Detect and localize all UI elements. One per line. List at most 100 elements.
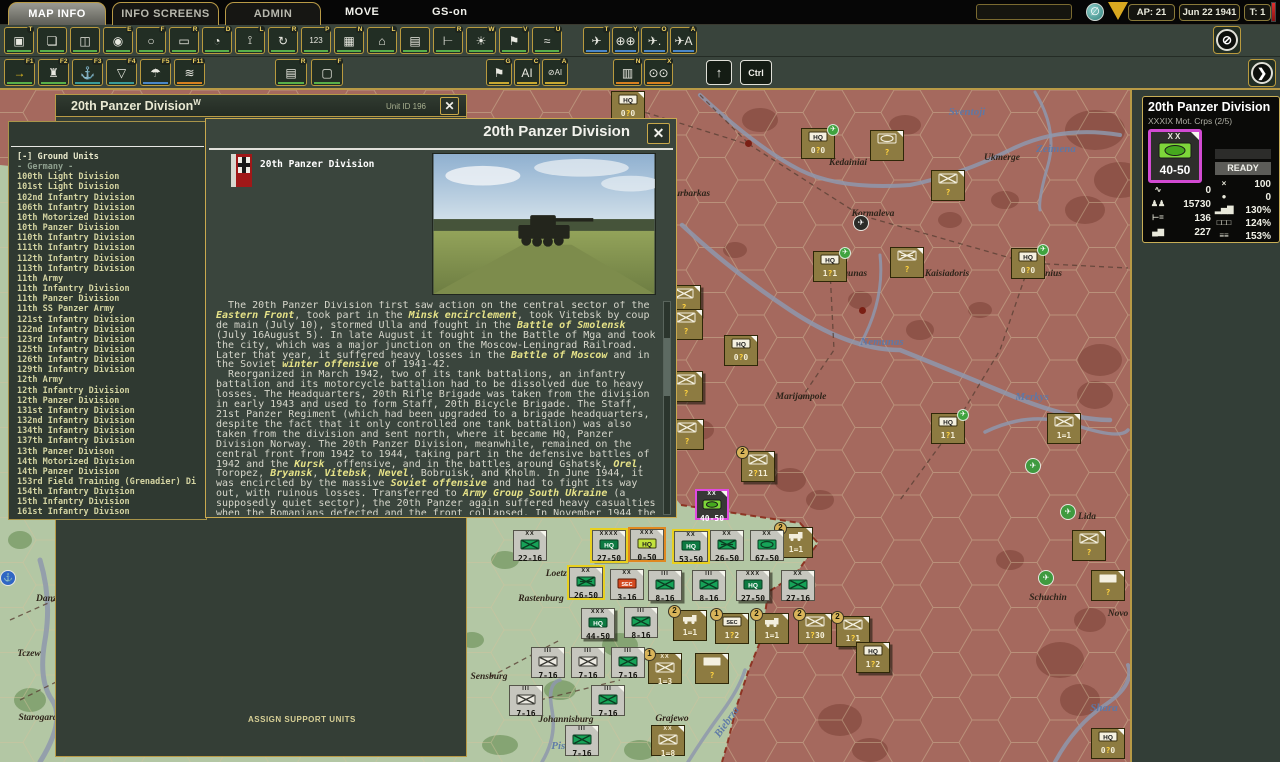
- toolbar-button-victory-locations[interactable]: ⚑V: [499, 27, 529, 54]
- list-item[interactable]: 126th Infantry Division: [17, 355, 204, 365]
- map-counter-german[interactable]: III7-16: [565, 725, 599, 756]
- map-counter-soviet[interactable]: ?: [1072, 530, 1106, 561]
- tab-info-screens[interactable]: INFO SCREENS: [112, 2, 219, 25]
- list-item[interactable]: 10th Panzer Division: [17, 223, 204, 233]
- list-item[interactable]: 13th Panzer Divison: [17, 447, 204, 457]
- toolbar-button-reload[interactable]: ↻R: [268, 27, 298, 54]
- toolbar-button-production-notes[interactable]: ▥N: [613, 59, 642, 86]
- toolbar-button-toggle-counters[interactable]: ▣T: [4, 27, 34, 54]
- globe-tool-icon[interactable]: ∅: [1086, 3, 1104, 21]
- toolbar-button-air-transport[interactable]: ✈T: [583, 27, 610, 54]
- map-counter-soviet[interactable]: SEC1?21: [715, 613, 749, 644]
- list-item[interactable]: 11th Army: [17, 274, 204, 284]
- toolbar-button-invasion-mode[interactable]: ≋F11: [174, 59, 205, 86]
- list-item[interactable]: 134th Infantry Division: [17, 426, 204, 436]
- list-item[interactable]: 123rd Infantry Division: [17, 335, 204, 345]
- toolbar-button-enemy-units[interactable]: ◉E: [103, 27, 133, 54]
- map-counter-german[interactable]: XXSEC3-16: [610, 569, 644, 600]
- map-counter-german[interactable]: III7-16: [509, 685, 543, 716]
- airfield-icon[interactable]: ✈: [1025, 458, 1041, 474]
- toolbar-button-air-drop-mode[interactable]: ☂F5: [140, 59, 171, 86]
- list-item[interactable]: 101st Light Division: [17, 182, 204, 192]
- popup-close-button[interactable]: ✕: [647, 123, 670, 144]
- toolbar-button-weather[interactable]: ☀W: [466, 27, 496, 54]
- toolbar-button-flag-orders[interactable]: ⚑G: [486, 59, 512, 86]
- list-item[interactable]: 121st Infantry Division: [17, 315, 204, 325]
- toolbar-button-rail-repair[interactable]: ▭R: [169, 27, 199, 54]
- map-counter-soviet[interactable]: XX1=31: [648, 653, 682, 684]
- list-item[interactable]: 11th SS Panzer Army: [17, 304, 204, 314]
- list-item[interactable]: 132nd Infantry Division: [17, 416, 204, 426]
- toolbar-button-signal-post[interactable]: ⊢R: [433, 27, 463, 54]
- toolbar-button-delayed-units[interactable]: ◔D: [202, 27, 232, 54]
- map-counter-soviet[interactable]: ?: [890, 247, 924, 278]
- toolbar-ctrl-key[interactable]: Ctrl: [740, 60, 772, 85]
- map-counter-german[interactable]: XXXHQ0-50: [630, 529, 664, 560]
- list-item[interactable]: 12th Army: [17, 375, 204, 385]
- map-counter-german[interactable]: XX26-50: [569, 567, 603, 598]
- toolbar-button-naval-zones[interactable]: ≈U: [532, 27, 562, 54]
- list-item[interactable]: 161st Infantry Divison: [17, 507, 204, 517]
- list-item[interactable]: 14th Panzer Division: [17, 467, 204, 477]
- toolbar-button-ai-assist[interactable]: AIC: [514, 59, 540, 86]
- toolbar-button-compass-tool[interactable]: ⊘: [1213, 26, 1241, 54]
- map-counter-german[interactable]: III7-16: [531, 647, 565, 678]
- map-counter-soviet[interactable]: 1=12: [755, 613, 789, 644]
- toolbar-button-ground-air-attack[interactable]: ⊙⊙X: [644, 59, 673, 86]
- toolbar-button-naval-transport-mode[interactable]: ⚓F3: [72, 59, 103, 86]
- list-item[interactable]: 131st Infantry Division: [17, 406, 204, 416]
- toolbar-button-show-values[interactable]: 123P: [301, 27, 331, 54]
- window-title-bar[interactable]: 20th Panzer DivisionW Unit ID 196 ✕: [56, 95, 466, 117]
- list-item[interactable]: 137th Infantry Division: [17, 436, 204, 446]
- toolbar-button-air-doctrine[interactable]: ✈AA: [670, 27, 697, 54]
- map-counter-soviet[interactable]: HQ0?0✈: [1011, 248, 1045, 279]
- toolbar-button-depot-chart[interactable]: ▦N: [334, 27, 364, 54]
- map-counter-soviet[interactable]: XX1=8: [651, 725, 685, 756]
- list-item[interactable]: 154th Infantry Division: [17, 487, 204, 497]
- tab-map-info[interactable]: MAP INFO: [8, 2, 106, 25]
- list-item[interactable]: 11th Panzer Division: [17, 294, 204, 304]
- warning-triangle-icon[interactable]: [1108, 2, 1128, 20]
- toolbar-button-pages[interactable]: ◫: [70, 27, 100, 54]
- toolbar-button-next-phase[interactable]: ❯: [1248, 59, 1276, 87]
- map-counter-german[interactable]: XXXXHQ27-50: [592, 530, 626, 561]
- toolbar-button-move-mode[interactable]: →F1: [4, 59, 35, 86]
- map-counter-german[interactable]: XXHQ53-50: [674, 531, 708, 562]
- list-item[interactable]: 110th Infantry Division: [17, 233, 204, 243]
- list-item[interactable]: 12th Panzer Division: [17, 396, 204, 406]
- map-counter-soviet[interactable]: ?: [931, 170, 965, 201]
- list-item[interactable]: 125th Infantry Division: [17, 345, 204, 355]
- map-counter-german[interactable]: XX40-50: [695, 489, 729, 520]
- map-counter-german[interactable]: III7-16: [611, 647, 645, 678]
- list-item[interactable]: 153rd Field Training (Grenadier) Di: [17, 477, 204, 487]
- map-counter-german[interactable]: III7-16: [591, 685, 625, 716]
- map-counter-soviet[interactable]: 1?302: [798, 613, 832, 644]
- map-counter-soviet[interactable]: ?: [870, 130, 904, 161]
- map-counter-german[interactable]: XX67-50: [750, 530, 784, 561]
- map-counter-soviet[interactable]: ?: [695, 653, 729, 684]
- map-counter-german[interactable]: XXXHQ44-50: [581, 608, 615, 639]
- list-item[interactable]: 106th Infantry Division: [17, 203, 204, 213]
- list-header[interactable]: [-] Ground Units: [17, 152, 204, 162]
- map-counter-soviet[interactable]: 1=12: [779, 527, 813, 558]
- toolbar-button-radio-intercept[interactable]: ⟟L: [235, 27, 265, 54]
- toolbar-button-rail-transport-mode[interactable]: ♜F2: [38, 59, 69, 86]
- map-counter-german[interactable]: XXXHQ27-50: [736, 570, 770, 601]
- toolbar-button-air-recon[interactable]: ✈.O: [641, 27, 668, 54]
- toolbar-button-fog-of-war[interactable]: ○F: [136, 27, 166, 54]
- map-counter-german[interactable]: XX22-16: [513, 530, 547, 561]
- list-item[interactable]: 113th Infantry Division: [17, 264, 204, 274]
- popup-scrollbar[interactable]: [663, 301, 671, 515]
- map-counter-german[interactable]: XX27-16: [781, 570, 815, 601]
- scrollbar-thumb[interactable]: [664, 338, 670, 396]
- airfield-icon[interactable]: ✈: [853, 215, 869, 231]
- toolbar-button-save-screen[interactable]: ❏: [37, 27, 67, 54]
- map-counter-soviet[interactable]: HQ0?0✈: [801, 128, 835, 159]
- list-item[interactable]: 129th Infantry Division: [17, 365, 204, 375]
- toolbar-button-factory-locations[interactable]: ⌂L: [367, 27, 397, 54]
- map-counter-german[interactable]: XX26-50: [710, 530, 744, 561]
- airfield-icon[interactable]: ✈: [1060, 504, 1076, 520]
- map-counter-soviet[interactable]: HQ0?0: [724, 335, 758, 366]
- map-counter-soviet[interactable]: 2?112: [741, 451, 775, 482]
- map-counter-soviet[interactable]: 1=1: [1047, 413, 1081, 444]
